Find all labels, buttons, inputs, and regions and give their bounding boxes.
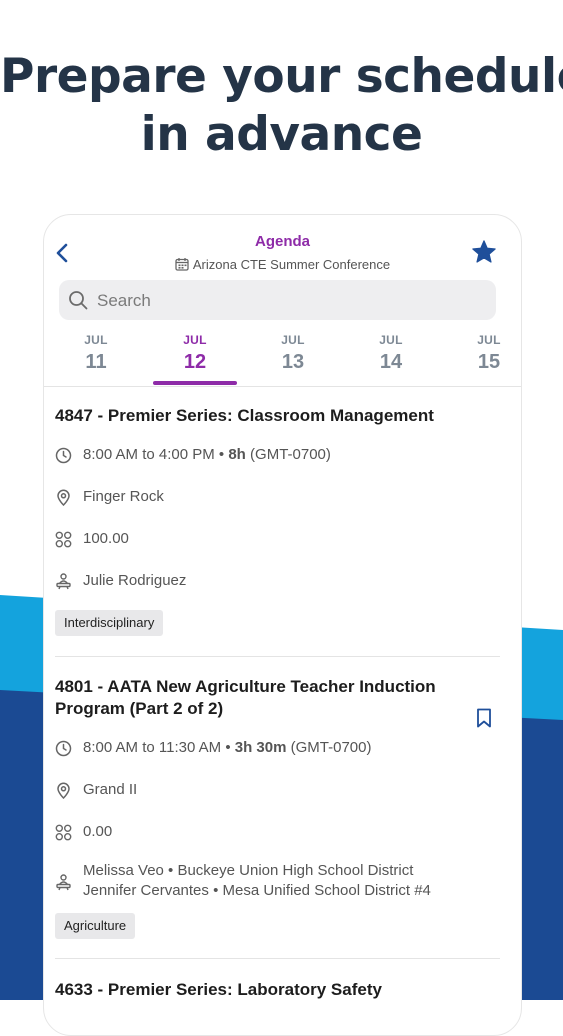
session-title: 4801 - AATA New Agriculture Teacher Indu… (55, 676, 500, 720)
headline-line-2: in advance (140, 107, 423, 162)
location-name: Finger Rock (83, 488, 164, 505)
page-title: Agenda (254, 233, 310, 250)
promo-headline: Prepare your schedule in advance (0, 48, 563, 164)
date-month: JUL (281, 333, 305, 347)
date-day: 15 (477, 351, 501, 373)
date-day: 13 (281, 351, 305, 373)
location-pin-icon (57, 782, 70, 799)
date-month: JUL (477, 333, 501, 347)
session-card[interactable]: 4801 - AATA New Agriculture Teacher Indu… (55, 676, 500, 959)
date-day: 14 (379, 351, 403, 373)
event-name: Arizona CTE Summer Conference (192, 257, 391, 272)
credits-value: 0.00 (83, 823, 113, 840)
active-tab-indicator (153, 381, 237, 385)
session-title-line-1: 4801 - AATA New Agriculture Teacher Indu… (55, 677, 436, 696)
search-input[interactable] (95, 280, 479, 322)
date-day: 11 (85, 351, 107, 373)
credits-value: 100.00 (83, 530, 129, 547)
presenter-name: Jennifer Cervantes • Mesa Unified School… (83, 882, 431, 899)
session-title-line-2: Program (Part 2 of 2) (55, 699, 224, 718)
date-tabs: JUL 11 JUL 12 JUL 13 JUL 14 JUL 15 (44, 333, 521, 387)
calendar-icon (175, 258, 189, 271)
session-card[interactable]: 4847 - Premier Series: Classroom Managem… (55, 405, 500, 657)
date-tab-jul-12[interactable]: JUL 12 (153, 333, 237, 385)
event-subtitle: Arizona CTE Summer Conference (44, 257, 521, 272)
search-bar[interactable] (59, 280, 496, 322)
credits-grid-icon (55, 824, 72, 841)
time-range: 8:00 AM to 4:00 PM (83, 446, 215, 463)
session-title: 4633 - Premier Series: Laboratory Safety (55, 980, 382, 999)
date-tab-jul-14[interactable]: JUL 14 (349, 333, 433, 374)
clock-icon (55, 447, 72, 464)
date-month: JUL (84, 333, 108, 347)
timezone: (GMT-0700) (290, 739, 372, 756)
date-month: JUL (379, 333, 403, 347)
session-title: 4847 - Premier Series: Classroom Managem… (55, 406, 434, 425)
date-day: 12 (183, 351, 207, 373)
search-icon (69, 291, 88, 310)
timezone: (GMT-0700) (250, 446, 331, 463)
date-tab-jul-11[interactable]: JUL 11 (54, 333, 138, 374)
date-tab-jul-15[interactable]: JUL 15 (447, 333, 521, 374)
duration: 3h 30m (234, 739, 287, 756)
presenter-icon (56, 573, 71, 590)
star-icon[interactable] (471, 239, 497, 265)
clock-icon (55, 740, 72, 757)
date-tab-jul-13[interactable]: JUL 13 (251, 333, 335, 374)
time-range: 8:00 AM to 11:30 AM (83, 739, 222, 756)
bookmark-icon[interactable] (475, 708, 493, 728)
session-tag[interactable]: Agriculture (55, 913, 136, 939)
session-card[interactable]: 4633 - Premier Series: Laboratory Safety (55, 979, 500, 1035)
presenter-name: Melissa Veo • Buckeye Union High School … (83, 862, 414, 879)
presenter-icon (56, 874, 71, 891)
location-name: Grand II (83, 781, 138, 798)
presenter-name: Julie Rodriguez (83, 572, 187, 589)
credits-grid-icon (55, 531, 72, 548)
phone-screen: Agenda Arizona CTE Summer Conference JUL… (43, 214, 522, 1036)
headline-line-1: Prepare your schedule (0, 49, 563, 104)
date-month: JUL (183, 333, 207, 347)
session-tag[interactable]: Interdisciplinary (55, 610, 164, 636)
duration: 8h (228, 446, 246, 463)
location-pin-icon (57, 489, 70, 506)
